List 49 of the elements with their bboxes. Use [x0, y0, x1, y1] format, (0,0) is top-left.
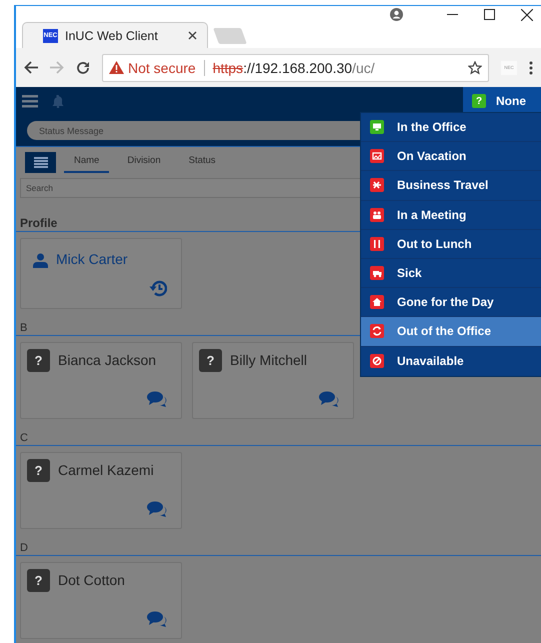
contact-name: Dot Cotton	[58, 571, 125, 588]
contact-card[interactable]: ? Dot Cotton	[20, 562, 182, 639]
status-menu-item[interactable]: Unavailable	[361, 346, 541, 376]
contact-name: Bianca Jackson	[58, 351, 156, 368]
url-host: ://192.168.200.30	[243, 60, 352, 76]
sort-tab[interactable]: Status	[178, 152, 226, 173]
sort-tab[interactable]: Division	[117, 152, 171, 173]
status-menu-item[interactable]: Business Travel	[361, 171, 541, 201]
status-menu-item[interactable]: On Vacation	[361, 142, 541, 172]
chat-icon[interactable]	[147, 611, 167, 627]
star-icon[interactable]	[468, 60, 482, 74]
reload-icon[interactable]	[76, 60, 90, 74]
contact-card[interactable]: ? Bianca Jackson	[20, 342, 182, 419]
history-icon[interactable]	[149, 280, 167, 297]
url-path: /uc/	[352, 60, 375, 76]
group-header: D	[16, 529, 541, 556]
menu-icon[interactable]	[529, 60, 533, 74]
status-menu-item[interactable]: Sick	[361, 258, 541, 288]
person-icon	[33, 253, 48, 268]
group-header: C	[16, 419, 541, 446]
address-bar[interactable]: Not secure https://192.168.200.30/uc/	[102, 54, 489, 82]
list-icon	[34, 157, 48, 168]
contact-card[interactable]: ? Carmel Kazemi	[20, 452, 182, 529]
unknown-status-badge: ?	[27, 569, 50, 592]
unknown-status-badge: ?	[27, 349, 50, 372]
sort-tab[interactable]: Name	[64, 152, 110, 173]
contact-card[interactable]: ? Billy Mitchell	[192, 342, 354, 419]
contact-name: Billy Mitchell	[230, 351, 308, 368]
account-icon[interactable]	[390, 8, 403, 21]
status-menu-item[interactable]: In the Office	[361, 113, 541, 142]
not-secure-label: Not secure	[128, 60, 196, 76]
unknown-status-badge: ?	[199, 349, 222, 372]
chat-icon[interactable]	[147, 501, 167, 517]
status-menu-item[interactable]: In a Meeting	[361, 200, 541, 230]
warning-icon	[109, 61, 124, 74]
close-icon[interactable]	[521, 8, 533, 20]
chat-icon[interactable]	[319, 391, 339, 407]
status-menu-item[interactable]: Out of the Office	[361, 317, 541, 346]
close-icon[interactable]	[188, 31, 197, 40]
url-scheme: https	[212, 60, 244, 76]
contact-name: Mick Carter	[56, 250, 128, 267]
unknown-status-badge: ?	[27, 459, 50, 482]
maximize-icon[interactable]	[484, 9, 495, 20]
back-icon[interactable]	[24, 61, 38, 74]
contact-name: Carmel Kazemi	[58, 461, 154, 478]
status-menu-item[interactable]: Out to Lunch	[361, 230, 541, 259]
menu-icon[interactable]	[22, 94, 38, 108]
list-view-button[interactable]	[25, 152, 56, 173]
chat-icon[interactable]	[147, 391, 167, 407]
